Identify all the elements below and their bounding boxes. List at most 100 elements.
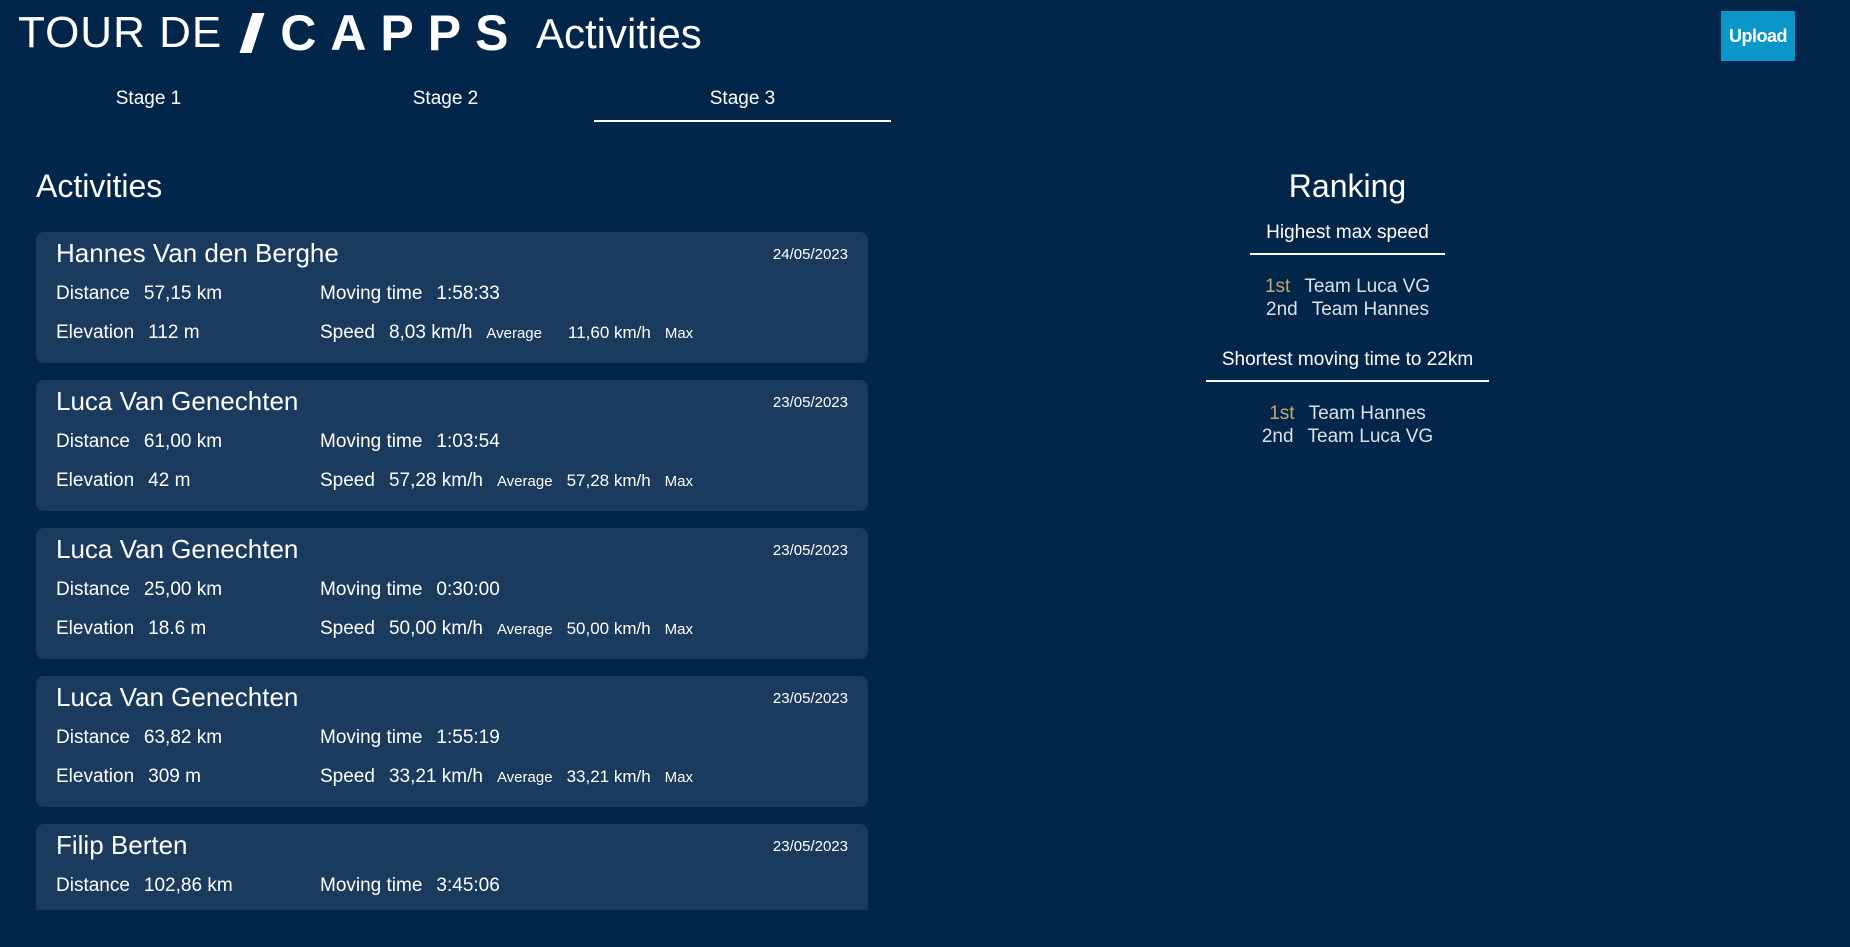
ranking-title: Ranking [1288, 168, 1407, 204]
moving-time-value: 0:30:00 [436, 579, 500, 600]
stage-tabs: Stage 1 Stage 2 Stage 3 [0, 80, 891, 122]
speed-label: Speed [320, 322, 375, 343]
activity-card[interactable]: Filip Berten 23/05/2023 Distance 102,86 k… [36, 824, 868, 910]
athlete-name: Luca Van Genechten [56, 386, 299, 416]
ranking-category-max-speed: Highest max speed [1250, 212, 1445, 255]
max-speed-value: 57,28 km/h [566, 471, 651, 490]
average-label: Average [496, 769, 553, 786]
ranking-entry: 2nd Team Hannes [1196, 298, 1499, 321]
distance-value: 25,00 km [143, 579, 223, 600]
ranking-entry: 1st Team Luca VG [1196, 275, 1499, 298]
ranking-team: Team Luca VG [1304, 276, 1431, 297]
ranking-panel: Ranking Highest max speed 1st Team Luca V… [1196, 168, 1499, 462]
ranking-place: 1st [1269, 403, 1295, 424]
ranking-category-moving-time: Shortest moving time to 22km [1205, 339, 1490, 382]
average-label: Average [486, 325, 542, 342]
ranking-list: 1st Team Luca VG 2nd Team Hannes [1196, 275, 1499, 321]
average-label: Average [496, 473, 553, 490]
athlete-name: Hannes Van den Berghe [56, 238, 339, 268]
moving-time-label: Moving time [320, 727, 423, 748]
elevation-value: 112 m [148, 322, 200, 343]
ranking-list: 1st Team Hannes 2nd Team Luca VG [1196, 402, 1499, 448]
activity-date: 23/05/2023 [772, 838, 848, 855]
elevation-label: Elevation [56, 618, 135, 639]
elevation-value: 309 m [148, 766, 201, 787]
max-speed-value: 33,21 km/h [566, 767, 651, 786]
tab-label: Stage 3 [709, 88, 776, 109]
ranking-team: Team Hannes [1308, 403, 1426, 424]
stats-row: Elevation 42 m Speed 57,28 km/h Average 57,2… [56, 470, 693, 492]
speed-label: Speed [320, 470, 375, 491]
activity-list[interactable]: Hannes Van den Berghe 24/05/2023 Distanc… [36, 232, 868, 910]
max-label: Max [664, 325, 694, 342]
stats-row: Elevation 309 m Speed 33,21 km/h Average 33,… [56, 766, 693, 788]
stats-row: Distance 25,00 km Moving time 0:30:00 [56, 579, 500, 601]
ranking-entry: 2nd Team Luca VG [1196, 425, 1499, 448]
tab-stage-3[interactable]: Stage 3 [594, 80, 891, 122]
stats-row: Elevation 112 m Speed 8,03 km/h Average 11,6… [56, 322, 693, 344]
moving-time-label: Moving time [320, 875, 423, 896]
activity-card[interactable]: Luca Van Genechten 23/05/2023 Distance 63… [36, 676, 868, 807]
moving-time-value: 1:58:33 [436, 283, 500, 304]
athlete-name: Luca Van Genechten [56, 534, 299, 564]
stats-row: Elevation 18.6 m Speed 50,00 km/h Average 50… [56, 618, 693, 640]
distance-label: Distance [56, 875, 130, 896]
tab-stage-1[interactable]: Stage 1 [0, 80, 297, 122]
max-label: Max [664, 769, 694, 786]
speed-label: Speed [320, 618, 375, 639]
avg-speed-value: 33,21 km/h [388, 766, 483, 787]
distance-label: Distance [56, 431, 130, 452]
ranking-team: Team Luca VG [1307, 426, 1434, 447]
stats-row: Distance 57,15 km Moving time 1:58:33 [56, 283, 500, 305]
activity-card[interactable]: Luca Van Genechten 23/05/2023 Distance 25… [36, 528, 868, 659]
tab-stage-2[interactable]: Stage 2 [297, 80, 594, 122]
logo-slash-mark [239, 13, 265, 53]
tab-label: Stage 2 [412, 88, 479, 109]
max-speed-value: 50,00 km/h [566, 619, 651, 638]
distance-value: 63,82 km [143, 727, 223, 748]
activities-heading: Activities [36, 168, 163, 204]
page-title: Activities [536, 10, 702, 57]
stats-row: Distance 63,82 km Moving time 1:55:19 [56, 727, 500, 749]
distance-value: 57,15 km [143, 283, 223, 304]
activity-card[interactable]: Luca Van Genechten 23/05/2023 Distance 61… [36, 380, 868, 511]
moving-time-label: Moving time [320, 431, 423, 452]
activity-date: 23/05/2023 [772, 542, 848, 559]
max-speed-value: 11,60 km/h [568, 323, 651, 342]
moving-time-label: Moving time [320, 283, 423, 304]
elevation-label: Elevation [56, 322, 135, 343]
distance-label: Distance [56, 579, 130, 600]
upload-button[interactable]: Upload [1721, 11, 1795, 61]
elevation-label: Elevation [56, 766, 135, 787]
moving-time-value: 1:55:19 [436, 727, 500, 748]
ranking-place: 2nd [1266, 299, 1298, 320]
elevation-value: 42 m [148, 470, 191, 491]
elevation-label: Elevation [56, 470, 135, 491]
distance-label: Distance [56, 727, 130, 748]
moving-time-value: 1:03:54 [436, 431, 500, 452]
athlete-name: Luca Van Genechten [56, 682, 299, 712]
elevation-value: 18.6 m [148, 618, 207, 639]
avg-speed-value: 57,28 km/h [388, 470, 483, 491]
avg-speed-value: 50,00 km/h [388, 618, 483, 639]
ranking-place: 2nd [1261, 426, 1294, 447]
distance-label: Distance [56, 283, 130, 304]
moving-time-value: 3:45:06 [436, 875, 500, 896]
stats-row: Distance 102,86 km Moving time 3:45:06 [56, 875, 500, 897]
tab-label: Stage 1 [115, 88, 182, 109]
logo-prefix: TOUR DE [18, 8, 223, 57]
average-label: Average [496, 621, 553, 638]
logo-brand: CAPPS [280, 5, 523, 61]
distance-value: 102,86 km [143, 875, 233, 896]
activity-date: 24/05/2023 [772, 246, 848, 263]
stats-row: Distance 61,00 km Moving time 1:03:54 [56, 431, 500, 453]
moving-time-label: Moving time [320, 579, 423, 600]
max-label: Max [664, 473, 694, 490]
ranking-entry: 1st Team Hannes [1196, 402, 1499, 425]
app-logo[interactable]: TOUR DE CAPPS [18, 5, 522, 61]
activity-card[interactable]: Hannes Van den Berghe 24/05/2023 Distanc… [36, 232, 868, 363]
distance-value: 61,00 km [143, 431, 223, 452]
athlete-name: Filip Berten [56, 830, 188, 860]
activity-date: 23/05/2023 [772, 690, 848, 707]
ranking-place: 1st [1264, 276, 1291, 297]
